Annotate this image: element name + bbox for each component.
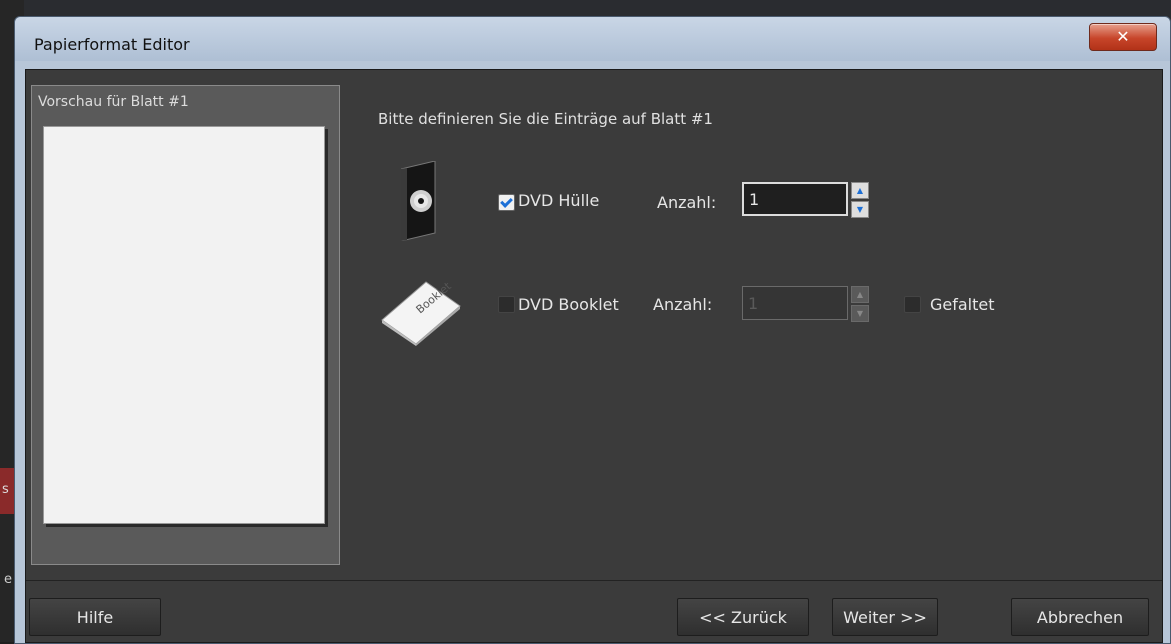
- back-button[interactable]: << Zurück: [677, 598, 809, 636]
- stepper-down-icon[interactable]: ▼: [851, 201, 869, 218]
- button-bar-divider: [26, 580, 1162, 581]
- dvd-booklet-checkbox[interactable]: [498, 296, 515, 313]
- close-button[interactable]: ✕: [1089, 23, 1157, 51]
- folded-checkbox[interactable]: [904, 296, 921, 313]
- titlebar[interactable]: Papierformat Editor ✕: [15, 17, 1170, 61]
- background-app-text: e: [4, 572, 12, 587]
- booklet-icon: Booklet: [381, 280, 461, 346]
- folded-label: Gefaltet: [930, 295, 995, 314]
- dvd-case-count-input[interactable]: [742, 182, 848, 216]
- stepper-down-icon[interactable]: ▼: [851, 305, 869, 322]
- dvd-booklet-label: DVD Booklet: [518, 295, 619, 314]
- dvd-case-count-stepper[interactable]: ▲ ▼: [851, 182, 869, 218]
- dvd-booklet-count-stepper[interactable]: ▲ ▼: [851, 286, 869, 322]
- instruction-text: Bitte definieren Sie die Einträge auf Bl…: [378, 110, 713, 128]
- cancel-button[interactable]: Abbrechen: [1011, 598, 1149, 636]
- window-title: Papierformat Editor: [34, 35, 190, 54]
- preview-label: Vorschau für Blatt #1: [38, 94, 189, 110]
- papierformat-editor-window: Papierformat Editor ✕ Vorschau für Blatt…: [14, 16, 1171, 644]
- dvd-case-icon: [401, 161, 436, 241]
- stepper-up-icon[interactable]: ▲: [851, 286, 869, 303]
- next-button[interactable]: Weiter >>: [832, 598, 938, 636]
- dvd-case-label: DVD Hülle: [518, 191, 600, 210]
- stepper-up-icon[interactable]: ▲: [851, 182, 869, 199]
- preview-sheet: [43, 126, 325, 524]
- dvd-booklet-count-input[interactable]: [742, 286, 848, 320]
- dialog-content: Vorschau für Blatt #1 Bitte definieren S…: [25, 69, 1163, 643]
- preview-panel: Vorschau für Blatt #1: [31, 85, 340, 565]
- dvd-booklet-count-label: Anzahl:: [653, 295, 713, 314]
- dvd-case-checkbox[interactable]: [498, 194, 515, 211]
- dvd-case-count-label: Anzahl:: [657, 193, 717, 212]
- help-button[interactable]: Hilfe: [29, 598, 161, 636]
